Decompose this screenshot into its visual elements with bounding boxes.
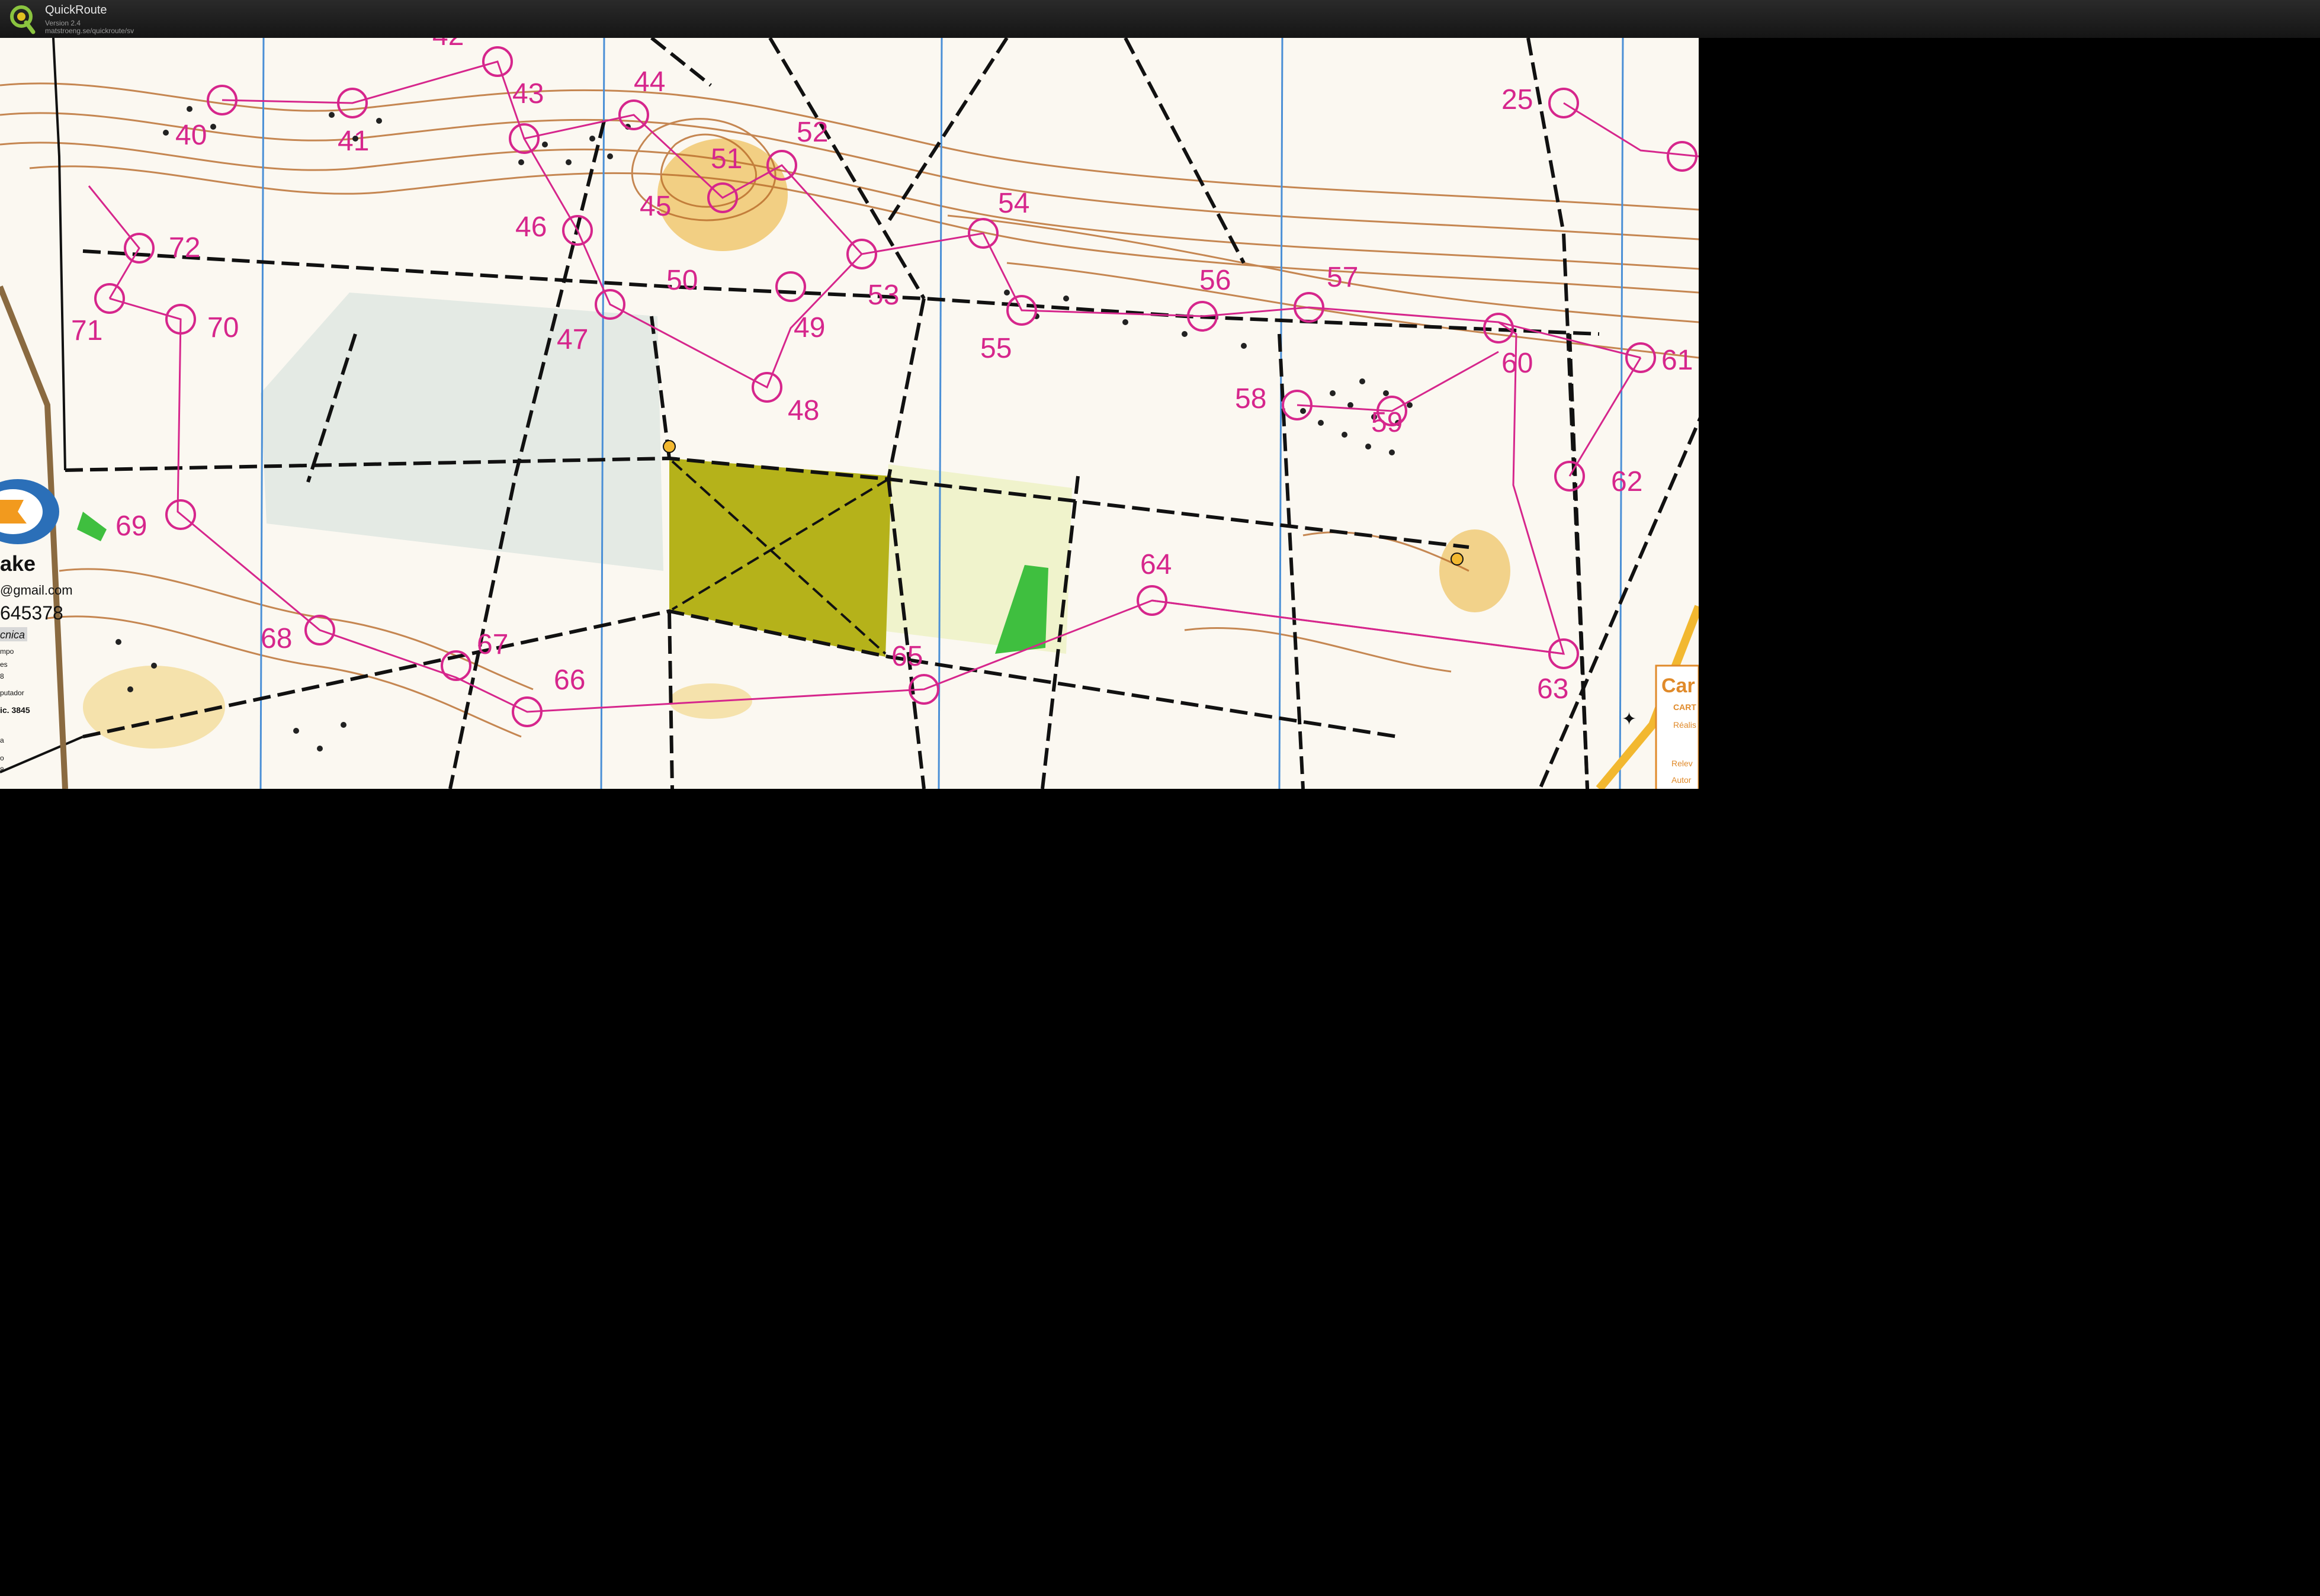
control-72-label: 72	[169, 232, 200, 264]
svg-text:Autor: Autor	[1671, 775, 1692, 785]
control-46-label: 46	[515, 211, 547, 243]
control-52-label: 52	[797, 117, 828, 148]
control-67-label: 67	[477, 629, 508, 660]
control-56-label: 56	[1199, 265, 1231, 296]
control-53-label: 53	[868, 280, 899, 311]
control-59-label: 59	[1371, 407, 1403, 438]
control-58-label: 58	[1235, 383, 1266, 415]
control-49-label: 49	[794, 312, 825, 343]
control-44-label: 44	[634, 66, 665, 98]
svg-text:8: 8	[0, 766, 4, 774]
control-50-label: 50	[666, 265, 698, 296]
control-63-label: 63	[1537, 673, 1568, 705]
orienteering-map[interactable]: 42 40 41 43 44 51 52 45 46 54 72 50 53 5…	[0, 38, 1699, 789]
svg-text:Réalis: Réalis	[1673, 720, 1696, 730]
svg-text:ic. 3845: ic. 3845	[0, 705, 30, 715]
control-25-label: 25	[1501, 84, 1533, 115]
control-42-label: 42	[432, 38, 464, 52]
svg-text:a: a	[0, 736, 4, 744]
app-title: QuickRoute	[45, 4, 107, 17]
app-version: Version 2.4	[45, 19, 81, 27]
map-canvas[interactable]: 42 40 41 43 44 51 52 45 46 54 72 50 53 5…	[0, 38, 1699, 789]
control-64-label: 64	[1140, 549, 1172, 580]
control-62-label: 62	[1611, 466, 1642, 497]
legend-logo-text: ake	[0, 551, 36, 576]
info-box-title: Car	[1661, 675, 1695, 697]
svg-text:Relev: Relev	[1671, 759, 1693, 768]
control-55-label: 55	[980, 333, 1012, 364]
feature-marker	[663, 440, 676, 453]
svg-text:es: es	[0, 660, 8, 669]
app-url: matstroeng.se/quickroute/sv	[45, 27, 134, 35]
map-background	[0, 38, 1699, 789]
control-41-label: 41	[338, 126, 369, 157]
svg-text:8: 8	[0, 672, 4, 680]
control-54-label: 54	[998, 188, 1029, 219]
control-65-label: 65	[891, 641, 923, 672]
svg-text:putador: putador	[0, 689, 24, 697]
control-69-label: 69	[115, 510, 147, 542]
control-47-label: 47	[557, 324, 588, 355]
control-40-label: 40	[175, 120, 207, 151]
control-70-label: 70	[207, 312, 239, 343]
control-71-label: 71	[71, 315, 102, 346]
control-51-label: 51	[711, 143, 742, 175]
svg-text:mpo: mpo	[0, 647, 14, 656]
window-titlebar: QuickRoute Version 2.4 matstroeng.se/qui…	[0, 0, 2320, 38]
legend-phone: 645378	[0, 602, 63, 624]
svg-text:cnica: cnica	[0, 629, 25, 641]
control-61-label: 61	[1661, 345, 1693, 376]
svg-text:CART: CART	[1673, 702, 1696, 712]
empty-canvas-bottom	[0, 789, 1699, 1596]
control-57-label: 57	[1327, 262, 1358, 293]
control-43-label: 43	[512, 78, 544, 110]
quickroute-logo-icon	[10, 5, 36, 34]
star-icon: ✦	[1622, 709, 1636, 730]
map-info-box: Car CART Réalis Relev Autor	[1655, 664, 1699, 789]
control-60-label: 60	[1501, 348, 1533, 379]
control-68-label: 68	[261, 623, 292, 654]
empty-canvas-right	[1699, 38, 2320, 1596]
legend-email: @gmail.com	[0, 583, 73, 598]
control-45-label: 45	[640, 191, 671, 222]
control-48-label: 48	[788, 395, 819, 426]
control-66-label: 66	[554, 664, 585, 696]
svg-text:o: o	[0, 754, 4, 762]
